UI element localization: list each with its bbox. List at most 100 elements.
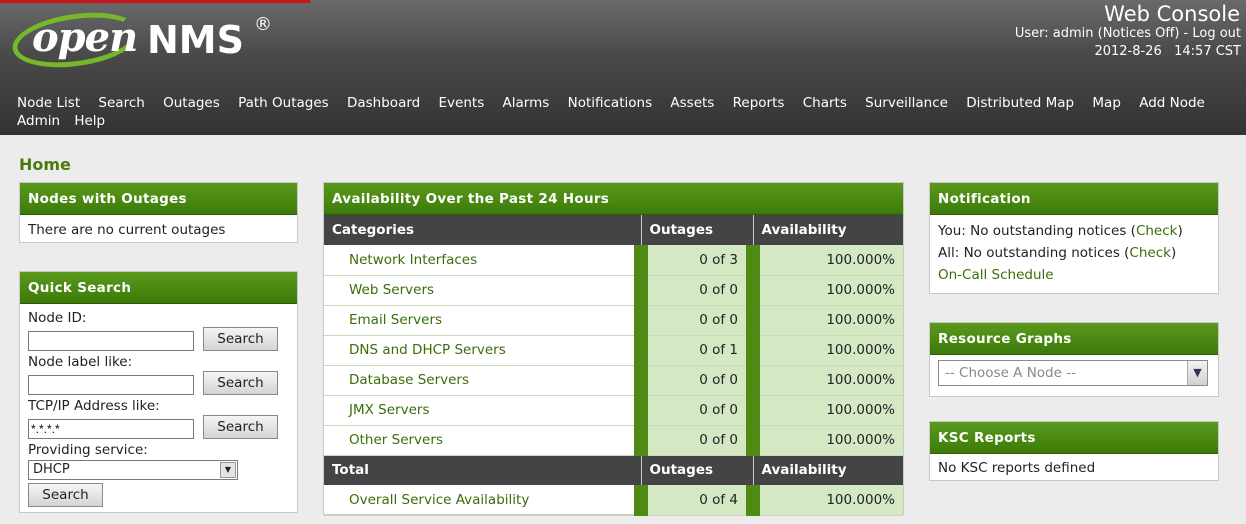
nav-outages[interactable]: Outages xyxy=(163,95,220,111)
choose-node-select[interactable]: -- Choose A Node -- ▼ xyxy=(938,360,1208,386)
col-outages: Outages xyxy=(641,215,754,245)
providing-service-label: Providing service: xyxy=(28,442,148,458)
nav-notifications[interactable]: Notifications xyxy=(568,95,653,111)
logo-text-nms: NMS xyxy=(147,18,244,62)
category-link[interactable]: JMX Servers xyxy=(324,395,641,426)
availability-title: Availability Over the Past 24 Hours xyxy=(324,183,903,215)
category-link[interactable]: Network Interfaces xyxy=(324,245,641,276)
node-id-search-button[interactable]: Search xyxy=(203,327,278,351)
nav-reports[interactable]: Reports xyxy=(733,95,785,111)
outages-cell: 0 of 1 xyxy=(634,335,753,366)
col-availability: Availability xyxy=(753,215,903,245)
no-outages-text: There are no current outages xyxy=(28,222,226,238)
service-select-value: DHCP xyxy=(33,462,70,477)
paren: ) xyxy=(1177,223,1183,239)
notification-title: Notification xyxy=(930,183,1218,215)
chevron-down-icon[interactable]: ▼ xyxy=(1187,361,1207,385)
table-row: Database Servers 0 of 0 100.000% xyxy=(324,365,903,396)
time: 14:57 CST xyxy=(1174,44,1241,59)
date: 2012-8-26 xyxy=(1094,44,1162,59)
category-link[interactable]: Other Servers xyxy=(324,425,641,456)
total-outages-cell: 0 of 4 xyxy=(634,485,753,516)
availability-cell: 100.000% xyxy=(746,425,903,456)
table-row: Other Servers 0 of 0 100.000% xyxy=(324,425,903,456)
availability-cell: 100.000% xyxy=(746,275,903,306)
nav-distributed-map[interactable]: Distributed Map xyxy=(966,95,1074,111)
header-bar: open NMS ® Web Console User: admin (Noti… xyxy=(0,0,1246,135)
app-title: Web Console xyxy=(1104,2,1240,26)
nav-admin[interactable]: Admin xyxy=(17,113,60,129)
nav-node-list[interactable]: Node List xyxy=(17,95,80,111)
outages-cell: 0 of 0 xyxy=(634,275,753,306)
availability-table: Categories Outages Availability Network … xyxy=(324,215,903,516)
outages-cell: 0 of 0 xyxy=(634,305,753,336)
you-check-link[interactable]: Check xyxy=(1136,223,1178,239)
quick-search-title: Quick Search xyxy=(20,272,297,304)
notification-panel: Notification You: No outstanding notices… xyxy=(929,182,1219,294)
you-notices-line: You: No outstanding notices (Check) xyxy=(938,220,1210,242)
ip-address-search-button[interactable]: Search xyxy=(203,415,278,439)
outages-cell: 0 of 3 xyxy=(634,245,753,276)
service-search-button[interactable]: Search xyxy=(28,483,103,507)
resource-graphs-panel: Resource Graphs -- Choose A Node -- ▼ xyxy=(929,322,1219,397)
nav-dashboard[interactable]: Dashboard xyxy=(347,95,420,111)
table-row: DNS and DHCP Servers 0 of 1 100.000% xyxy=(324,335,903,366)
col-categories: Categories xyxy=(324,215,642,245)
nav-help[interactable]: Help xyxy=(74,113,105,129)
service-select[interactable]: DHCP ▼ xyxy=(28,460,238,480)
availability-cell: 100.000% xyxy=(746,395,903,426)
availability-panel: Availability Over the Past 24 Hours Cate… xyxy=(323,182,904,516)
node-label-input[interactable] xyxy=(28,375,194,395)
outages-cell: 0 of 0 xyxy=(634,395,753,426)
nav-search[interactable]: Search xyxy=(98,95,144,111)
total-label: Total xyxy=(324,455,642,485)
on-call-schedule-link[interactable]: On-Call Schedule xyxy=(938,264,1210,286)
nav-path-outages[interactable]: Path Outages xyxy=(238,95,329,111)
table-row: JMX Servers 0 of 0 100.000% xyxy=(324,395,903,426)
quick-search-panel: Quick Search Node ID: Search Node label … xyxy=(19,271,298,513)
overall-availability-link[interactable]: Overall Service Availability xyxy=(324,485,641,516)
node-label-label: Node label like: xyxy=(28,354,133,370)
notification-body: You: No outstanding notices (Check) All:… xyxy=(930,215,1218,292)
availability-cell: 100.000% xyxy=(746,305,903,336)
nodes-with-outages-panel: Nodes with Outages There are no current … xyxy=(19,182,298,243)
logo-registered-mark: ® xyxy=(254,14,272,35)
outages-cell: 0 of 0 xyxy=(634,425,753,456)
total-availability-cell: 100.000% xyxy=(746,485,903,516)
availability-header-row: Categories Outages Availability xyxy=(324,215,903,245)
header-accent-line xyxy=(0,0,310,3)
nav-assets[interactable]: Assets xyxy=(670,95,714,111)
table-row: Email Servers 0 of 0 100.000% xyxy=(324,305,903,336)
ksc-reports-text: No KSC reports defined xyxy=(938,460,1096,476)
ksc-reports-title: KSC Reports xyxy=(930,422,1218,454)
user-status[interactable]: User: admin (Notices Off) - Log out xyxy=(1015,26,1241,41)
table-row: Web Servers 0 of 0 100.000% xyxy=(324,275,903,306)
nav-events[interactable]: Events xyxy=(439,95,485,111)
nav-add-node[interactable]: Add Node xyxy=(1139,95,1205,111)
availability-cell: 100.000% xyxy=(746,245,903,276)
resource-graphs-title: Resource Graphs xyxy=(930,323,1218,355)
category-link[interactable]: Email Servers xyxy=(324,305,641,336)
category-link[interactable]: DNS and DHCP Servers xyxy=(324,335,641,366)
total-col-outages: Outages xyxy=(641,455,754,485)
outages-cell: 0 of 0 xyxy=(634,365,753,396)
nav-charts[interactable]: Charts xyxy=(803,95,847,111)
table-row: Network Interfaces 0 of 3 100.000% xyxy=(324,245,903,276)
availability-cell: 100.000% xyxy=(746,365,903,396)
ip-address-label: TCP/IP Address like: xyxy=(28,398,160,414)
category-link[interactable]: Database Servers xyxy=(324,365,641,396)
node-id-input[interactable] xyxy=(28,331,194,351)
category-link[interactable]: Web Servers xyxy=(324,275,641,306)
nav-surveillance[interactable]: Surveillance xyxy=(865,95,948,111)
nav-map[interactable]: Map xyxy=(1092,95,1121,111)
total-header-row: Total Outages Availability xyxy=(324,455,903,485)
dropdown-arrow-icon: ▼ xyxy=(220,462,236,478)
you-notices-text: You: No outstanding notices ( xyxy=(938,223,1136,239)
ip-address-input[interactable] xyxy=(28,419,194,439)
choose-node-placeholder: -- Choose A Node -- xyxy=(945,365,1076,381)
node-label-search-button[interactable]: Search xyxy=(203,371,278,395)
nav-alarms[interactable]: Alarms xyxy=(503,95,550,111)
all-check-link[interactable]: Check xyxy=(1129,245,1171,261)
paren: ) xyxy=(1170,245,1177,261)
opennms-logo[interactable]: open NMS ® xyxy=(9,5,282,75)
